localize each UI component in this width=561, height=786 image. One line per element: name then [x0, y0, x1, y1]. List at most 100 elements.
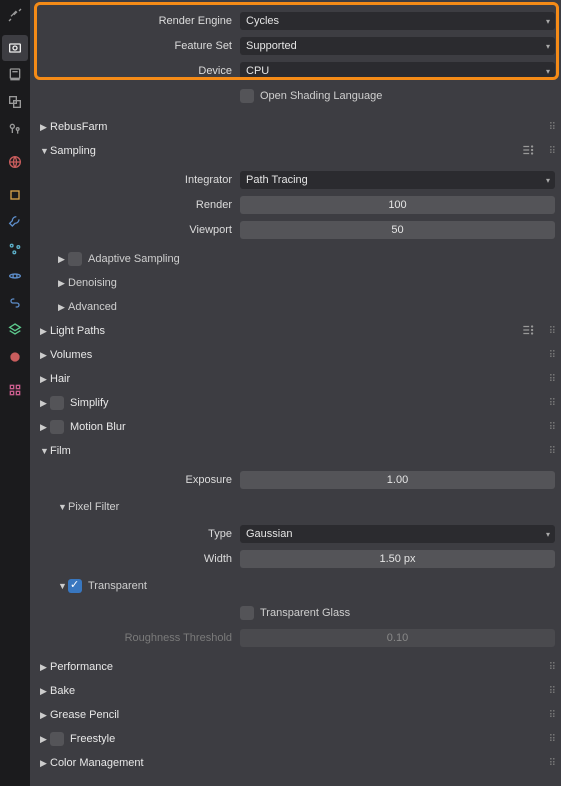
subsection-title: Transparent — [88, 580, 147, 592]
drag-icon[interactable]: ⠿ — [549, 146, 555, 157]
caret-icon: ▶ — [40, 122, 50, 133]
tab-render[interactable] — [2, 35, 28, 61]
input-render-samples[interactable]: 100 — [240, 196, 555, 214]
checkbox-transparent[interactable] — [68, 579, 82, 593]
drag-icon[interactable]: ⠿ — [549, 374, 555, 385]
tab-constraints[interactable] — [2, 290, 28, 316]
viewport-samples-value: 50 — [391, 224, 403, 236]
subsection-pixel-filter[interactable]: ▼ Pixel Filter — [30, 495, 561, 519]
tab-output[interactable] — [2, 62, 28, 88]
checkbox-transparent-glass[interactable] — [240, 606, 254, 620]
tab-modifier[interactable] — [2, 209, 28, 235]
caret-icon: ▶ — [40, 326, 50, 337]
dropdown-device[interactable]: CPU — [240, 62, 555, 80]
drag-icon[interactable]: ⠿ — [549, 734, 555, 745]
section-title: RebusFarm — [50, 121, 561, 133]
drag-icon[interactable]: ⠿ — [549, 350, 555, 361]
drag-icon[interactable]: ⠿ — [549, 758, 555, 769]
section-bake[interactable]: ▶ Bake ⠿ — [30, 679, 561, 703]
section-hair[interactable]: ▶ Hair ⠿ — [30, 367, 561, 391]
checkbox-freestyle[interactable] — [50, 732, 64, 746]
drag-icon[interactable]: ⠿ — [549, 446, 555, 457]
dropdown-filter-type[interactable]: Gaussian — [240, 525, 555, 543]
section-volumes[interactable]: ▶ Volumes ⠿ — [30, 343, 561, 367]
caret-icon: ▶ — [40, 734, 50, 745]
tab-data[interactable] — [2, 317, 28, 343]
label-viewport-samples: Viewport — [30, 224, 240, 236]
tab-world[interactable] — [2, 149, 28, 175]
section-simplify[interactable]: ▶ Simplify ⠿ — [30, 391, 561, 415]
tab-physics[interactable] — [2, 263, 28, 289]
preset-menu-icon[interactable] — [521, 143, 535, 160]
subsection-denoising[interactable]: ▶ Denoising — [30, 271, 561, 295]
caret-icon: ▼ — [40, 446, 50, 456]
label-roughness-threshold: Roughness Threshold — [30, 632, 240, 644]
section-title: Simplify — [70, 397, 109, 409]
subsection-transparent[interactable]: ▼ Transparent — [30, 574, 561, 598]
section-title: Light Paths — [50, 325, 561, 337]
drag-icon[interactable]: ⠿ — [549, 122, 555, 133]
label-osl: Open Shading Language — [260, 90, 382, 102]
section-title: Film — [50, 445, 561, 457]
subsection-adaptive-sampling[interactable]: ▶ Adaptive Sampling — [30, 247, 561, 271]
caret-icon: ▼ — [40, 146, 50, 156]
tab-viewlayer[interactable] — [2, 89, 28, 115]
dropdown-integrator[interactable]: Path Tracing — [240, 171, 555, 189]
section-title: Motion Blur — [70, 421, 126, 433]
drag-icon[interactable]: ⠿ — [549, 326, 555, 337]
section-light-paths[interactable]: ▶ Light Paths ⠿ — [30, 319, 561, 343]
drag-icon[interactable]: ⠿ — [549, 710, 555, 721]
section-rebusfarm[interactable]: ▶ RebusFarm ⠿ — [30, 115, 561, 139]
section-title: Performance — [50, 661, 561, 673]
tab-texture[interactable] — [2, 377, 28, 403]
dropdown-render-engine[interactable]: Cycles — [240, 12, 555, 30]
section-title: Color Management — [50, 757, 561, 769]
section-freestyle[interactable]: ▶ Freestyle ⠿ — [30, 727, 561, 751]
roughness-value: 0.10 — [387, 632, 408, 644]
drag-icon[interactable]: ⠿ — [549, 662, 555, 673]
caret-icon: ▶ — [40, 374, 50, 385]
section-film[interactable]: ▼ Film ⠿ — [30, 439, 561, 463]
section-sampling[interactable]: ▼ Sampling ⠿ — [30, 139, 561, 163]
input-exposure[interactable]: 1.00 — [240, 471, 555, 489]
section-grease-pencil[interactable]: ▶ Grease Pencil ⠿ — [30, 703, 561, 727]
caret-icon: ▼ — [58, 581, 68, 591]
device-value: CPU — [246, 65, 269, 77]
checkbox-adaptive-sampling[interactable] — [68, 252, 82, 266]
caret-icon: ▶ — [40, 686, 50, 697]
input-viewport-samples[interactable]: 50 — [240, 221, 555, 239]
properties-editor: Render Engine Cycles Feature Set Support… — [0, 0, 561, 786]
checkbox-motion-blur[interactable] — [50, 420, 64, 434]
dropdown-feature-set[interactable]: Supported — [240, 37, 555, 55]
label-render-engine: Render Engine — [30, 15, 240, 27]
section-performance[interactable]: ▶ Performance ⠿ — [30, 655, 561, 679]
checkbox-simplify[interactable] — [50, 396, 64, 410]
input-filter-width[interactable]: 1.50 px — [240, 550, 555, 568]
integrator-value: Path Tracing — [246, 174, 308, 186]
section-color-management[interactable]: ▶ Color Management ⠿ — [30, 751, 561, 775]
feature-set-value: Supported — [246, 40, 297, 52]
subsection-advanced[interactable]: ▶ Advanced — [30, 295, 561, 319]
checkbox-osl[interactable] — [240, 89, 254, 103]
section-title: Bake — [50, 685, 561, 697]
input-roughness-threshold: 0.10 — [240, 629, 555, 647]
drag-icon[interactable]: ⠿ — [549, 422, 555, 433]
tab-object[interactable] — [2, 182, 28, 208]
section-motion-blur[interactable]: ▶ Motion Blur ⠿ — [30, 415, 561, 439]
tab-scene[interactable] — [2, 116, 28, 142]
render-samples-value: 100 — [388, 199, 406, 211]
tab-tool[interactable] — [2, 2, 28, 28]
label-filter-type: Type — [30, 528, 240, 540]
preset-menu-icon[interactable] — [521, 323, 535, 340]
drag-icon[interactable]: ⠿ — [549, 686, 555, 697]
tabstrip — [0, 0, 30, 786]
label-exposure: Exposure — [30, 474, 240, 486]
caret-icon: ▶ — [40, 710, 50, 721]
tab-material[interactable] — [2, 344, 28, 370]
section-title: Sampling — [50, 145, 561, 157]
filter-width-value: 1.50 px — [379, 553, 415, 565]
caret-icon: ▼ — [58, 502, 68, 512]
tab-particles[interactable] — [2, 236, 28, 262]
label-render-samples: Render — [30, 199, 240, 211]
drag-icon[interactable]: ⠿ — [549, 398, 555, 409]
